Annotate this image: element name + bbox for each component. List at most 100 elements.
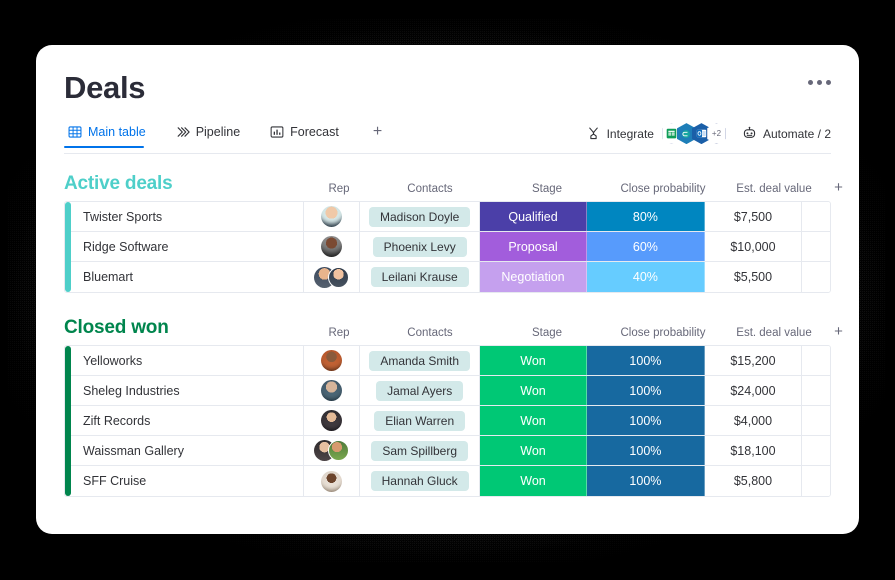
cell-rep[interactable]	[304, 262, 361, 293]
cell-add-spacer	[802, 436, 830, 465]
cell-rep[interactable]	[304, 376, 361, 406]
column-header-contacts[interactable]: Contacts	[368, 183, 492, 195]
group-accent-bar	[65, 202, 71, 293]
outlook-glyph-icon	[696, 129, 707, 138]
table-row[interactable]: Bluemart Leilani Krause Negotiation 40% …	[65, 262, 830, 293]
column-header-rep[interactable]: Rep	[310, 327, 368, 339]
cell-stage[interactable]: Negotiation	[480, 262, 587, 293]
cell-stage[interactable]: Qualified	[480, 202, 587, 232]
integrate-button[interactable]: Integrate +2	[586, 123, 726, 145]
cell-deal-name[interactable]: Waissman Gallery	[65, 436, 304, 466]
avatar	[320, 236, 342, 258]
column-header-stage[interactable]: Stage	[492, 327, 602, 339]
cell-est-deal-value[interactable]: $4,000	[705, 406, 802, 436]
cell-rep[interactable]	[304, 202, 361, 232]
cell-est-deal-value[interactable]: $18,100	[705, 436, 802, 466]
cell-close-probability[interactable]: 100%	[586, 406, 706, 436]
cell-deal-name[interactable]: Zift Records	[65, 406, 304, 436]
contact-pill: Madison Doyle	[368, 206, 471, 227]
tab-main-table[interactable]: Main table	[64, 125, 158, 149]
add-column-button[interactable]: +	[824, 324, 853, 339]
cell-contacts[interactable]: Madison Doyle	[360, 202, 481, 232]
view-tabs-list: Main table Pipeline Forecast +	[64, 124, 390, 149]
table-row[interactable]: Ridge Software Phoenix Levy Proposal 60%…	[65, 232, 830, 263]
cell-close-probability[interactable]: 100%	[586, 466, 706, 497]
app-chip-overflow-count[interactable]: +2	[706, 123, 726, 145]
cell-rep[interactable]	[304, 406, 361, 436]
cell-add-spacer	[802, 232, 830, 261]
cell-deal-name[interactable]: Twister Sports	[65, 202, 304, 232]
view-tabs-bar: Main table Pipeline Forecast + Integrate…	[64, 123, 831, 155]
group-title-active-deals: Active deals	[64, 173, 173, 195]
cell-est-deal-value[interactable]: $15,200	[705, 346, 802, 376]
integrate-icon	[588, 127, 598, 140]
avatar	[327, 440, 349, 462]
table-row[interactable]: Twister Sports Madison Doyle Qualified 8…	[65, 202, 830, 233]
table-row[interactable]: SFF Cruise Hannah Gluck Won 100% $5,800	[65, 466, 830, 497]
cell-contacts[interactable]: Jamal Ayers	[360, 376, 481, 406]
cell-est-deal-value[interactable]: $5,800	[705, 466, 802, 497]
cell-deal-name[interactable]: Ridge Software	[65, 232, 304, 262]
avatar	[327, 266, 349, 288]
cell-stage[interactable]: Won	[480, 466, 587, 497]
column-header-contacts[interactable]: Contacts	[368, 327, 492, 339]
table-row[interactable]: Waissman Gallery Sam Spillberg Won 100% …	[65, 436, 830, 467]
column-header-close-probability[interactable]: Close probability	[602, 183, 724, 195]
cell-close-probability[interactable]: 100%	[586, 436, 706, 466]
group-header: Active deals Rep Contacts Stage Close pr…	[64, 171, 843, 195]
add-column-button[interactable]: +	[824, 180, 853, 195]
cell-est-deal-value[interactable]: $7,500	[705, 202, 802, 232]
cell-rep[interactable]	[304, 232, 361, 262]
cell-contacts[interactable]: Sam Spillberg	[360, 436, 481, 466]
cell-stage[interactable]: Won	[480, 406, 587, 436]
integration-app-chips[interactable]: +2	[661, 123, 726, 145]
cell-est-deal-value[interactable]: $5,500	[705, 262, 802, 293]
column-header-est-deal-value[interactable]: Est. deal value	[724, 327, 824, 339]
cell-close-probability[interactable]: 100%	[586, 346, 706, 376]
sheets-glyph-icon	[666, 128, 677, 139]
cell-contacts[interactable]: Phoenix Levy	[360, 232, 481, 262]
cell-stage[interactable]: Won	[480, 436, 587, 466]
cell-est-deal-value[interactable]: $24,000	[705, 376, 802, 406]
cell-rep[interactable]	[304, 466, 361, 497]
table-row[interactable]: Sheleg Industries Jamal Ayers Won 100% $…	[65, 376, 830, 407]
column-header-close-probability[interactable]: Close probability	[602, 327, 724, 339]
cell-close-probability[interactable]: 60%	[586, 232, 706, 262]
cell-deal-name[interactable]: Sheleg Industries	[65, 376, 304, 406]
cell-contacts[interactable]: Leilani Krause	[360, 262, 481, 293]
cell-contacts[interactable]: Elian Warren	[360, 406, 481, 436]
cell-close-probability[interactable]: 100%	[586, 376, 706, 406]
column-header-rep[interactable]: Rep	[310, 183, 368, 195]
avatar	[320, 470, 342, 492]
cell-deal-name[interactable]: Bluemart	[65, 262, 304, 293]
column-header-stage[interactable]: Stage	[492, 183, 602, 195]
cell-stage[interactable]: Proposal	[480, 232, 587, 262]
cell-add-spacer	[802, 262, 830, 292]
cell-deal-name[interactable]: SFF Cruise	[65, 466, 304, 497]
automate-button[interactable]: Automate / 2	[742, 126, 831, 141]
avatar	[320, 410, 342, 432]
tab-forecast[interactable]: Forecast	[266, 125, 351, 147]
cell-add-spacer	[802, 466, 830, 496]
page-title: Deals	[64, 70, 146, 105]
contact-pill: Elian Warren	[374, 410, 466, 431]
add-view-button[interactable]: +	[365, 124, 390, 148]
cell-contacts[interactable]: Amanda Smith	[360, 346, 481, 376]
table-row[interactable]: Yelloworks Amanda Smith Won 100% $15,200	[65, 346, 830, 377]
cell-stage[interactable]: Won	[480, 346, 587, 376]
cell-close-probability[interactable]: 40%	[586, 262, 706, 293]
tab-pipeline[interactable]: Pipeline	[172, 125, 252, 147]
cell-rep[interactable]	[304, 346, 361, 376]
cell-deal-name[interactable]: Yelloworks	[65, 346, 304, 376]
table-row[interactable]: Zift Records Elian Warren Won 100% $4,00…	[65, 406, 830, 437]
contact-pill: Hannah Gluck	[370, 471, 469, 492]
cell-rep[interactable]	[304, 436, 361, 466]
board-options-menu-icon[interactable]	[808, 80, 831, 85]
group-closed-won: Closed won Rep Contacts Stage Close prob…	[64, 315, 843, 498]
column-header-est-deal-value[interactable]: Est. deal value	[724, 183, 824, 195]
cell-stage[interactable]: Won	[480, 376, 587, 406]
cell-est-deal-value[interactable]: $10,000	[705, 232, 802, 262]
contact-pill: Sam Spillberg	[371, 440, 469, 461]
cell-close-probability[interactable]: 80%	[586, 202, 706, 232]
cell-contacts[interactable]: Hannah Gluck	[360, 466, 481, 497]
